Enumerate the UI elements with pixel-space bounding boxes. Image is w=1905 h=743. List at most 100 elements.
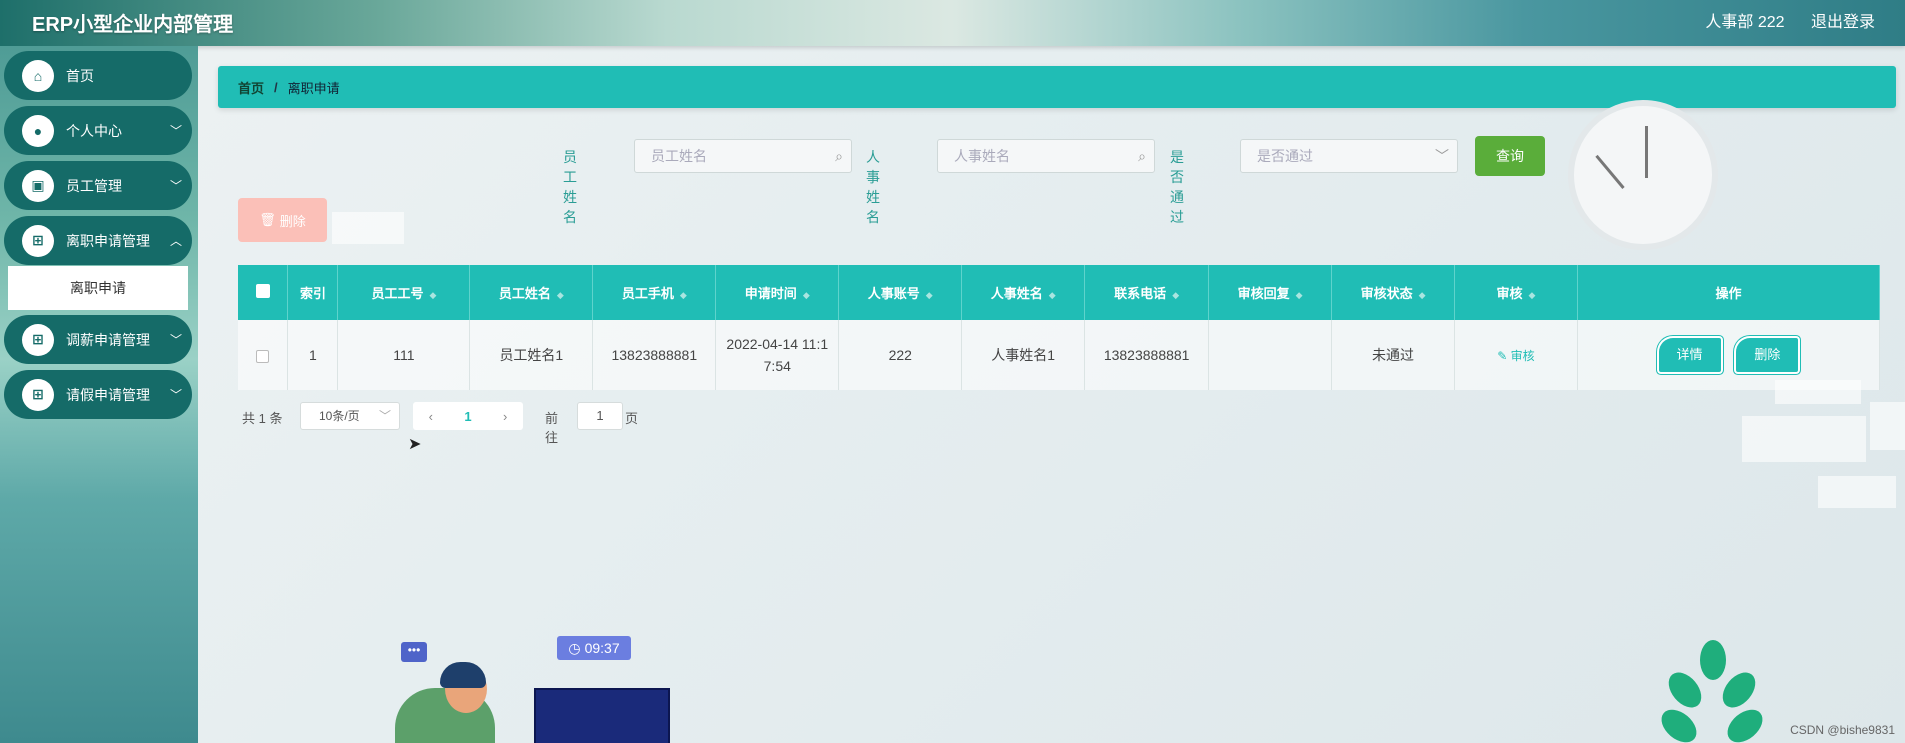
clock-icon: ◷ bbox=[568, 639, 581, 656]
top-header: ERP小型企业内部管理 人事部 222 退出登录 bbox=[0, 0, 1905, 46]
col-header[interactable]: 员工姓名 ◆ bbox=[469, 265, 594, 320]
batch-delete-button[interactable]: 🗑 删除 bbox=[238, 198, 327, 242]
sort-icon: ◆ bbox=[1528, 290, 1536, 300]
cell-employee-no: 111 bbox=[337, 320, 471, 390]
row-delete-button[interactable]: 删除 bbox=[1736, 338, 1799, 372]
sort-icon: ◆ bbox=[802, 290, 810, 300]
sidebar-item-employees[interactable]: ▣ 员工管理 ﹀ bbox=[4, 161, 192, 210]
sidebar-item-resignation[interactable]: ⊞ 离职申请管理 ︿ bbox=[4, 216, 192, 265]
page-size-value: 10条/页 bbox=[319, 409, 360, 423]
chevron-down-icon: ﹀ bbox=[378, 409, 391, 423]
col-header[interactable]: 人事账号 ◆ bbox=[838, 265, 963, 320]
select-all-checkbox[interactable] bbox=[238, 265, 289, 320]
grid-icon: ⊞ bbox=[22, 378, 54, 411]
home-icon: ⌂ bbox=[22, 59, 54, 92]
time-badge: ◷ 09:37 bbox=[557, 636, 631, 660]
sidebar-item-label: 调薪申请管理 bbox=[66, 331, 150, 348]
page-size-select[interactable]: 10条/页 ﹀ bbox=[300, 402, 400, 430]
passed-label: 是否通过 bbox=[1170, 149, 1184, 225]
hr-name-label: 人事姓名 bbox=[866, 149, 880, 225]
hr-name-input[interactable]: 人事姓名 ⌕ bbox=[937, 139, 1155, 173]
page-nav: ‹ 1 › bbox=[413, 402, 523, 430]
page-suffix: 页 bbox=[625, 411, 639, 426]
sidebar-item-salary[interactable]: ⊞ 调薪申请管理 ﹀ bbox=[4, 315, 192, 364]
row-checkbox[interactable] bbox=[238, 320, 289, 390]
briefcase-icon: ▣ bbox=[22, 169, 54, 202]
sort-icon: ◆ bbox=[1048, 290, 1056, 300]
clock-hand bbox=[1645, 126, 1648, 178]
sidebar-item-label: 员工管理 bbox=[66, 177, 122, 194]
sidebar: ⌂ 首页 ● 个人中心 ﹀ ▣ 员工管理 ﹀ ⊞ 离职申请管理 ︿ 离职申请 ⊞… bbox=[0, 46, 198, 743]
page-number[interactable]: 1 bbox=[464, 409, 471, 424]
col-header[interactable]: 员工工号 ◆ bbox=[337, 265, 471, 320]
trash-icon: 🗑 bbox=[259, 212, 276, 227]
sort-icon: ◆ bbox=[1172, 290, 1180, 300]
table-row: 1 111 员工姓名1 13823888881 2022-04-14 11:17… bbox=[238, 320, 1881, 390]
app-title: ERP小型企业内部管理 bbox=[32, 14, 234, 36]
col-header[interactable]: 审核 ◆ bbox=[1454, 265, 1578, 320]
cell-audit-status: 未通过 bbox=[1331, 320, 1455, 390]
decor-block bbox=[1870, 402, 1905, 450]
cell-audit-reply bbox=[1208, 320, 1333, 390]
col-header[interactable]: 审核回复 ◆ bbox=[1208, 265, 1333, 320]
leaf bbox=[1716, 666, 1762, 714]
grid-icon: ⊞ bbox=[22, 224, 54, 257]
employee-name-placeholder: 员工姓名 bbox=[651, 148, 707, 164]
delete-label: 删除 bbox=[279, 213, 306, 229]
logout-link[interactable]: 退出登录 bbox=[1811, 14, 1875, 31]
grid-icon: ⊞ bbox=[22, 323, 54, 356]
audit-link[interactable]: ✎ 审核 bbox=[1497, 349, 1534, 363]
person-hair bbox=[440, 662, 486, 688]
passed-placeholder: 是否通过 bbox=[1257, 148, 1313, 164]
cell-index: 1 bbox=[287, 320, 339, 390]
sidebar-item-leave[interactable]: ⊞ 请假申请管理 ﹀ bbox=[4, 370, 192, 419]
cell-hr-name: 人事姓名1 bbox=[961, 320, 1086, 390]
cell-hr-account: 222 bbox=[838, 320, 963, 390]
detail-button[interactable]: 详情 bbox=[1658, 338, 1721, 372]
col-header[interactable]: 人事姓名 ◆ bbox=[961, 265, 1086, 320]
search-icon: ⌕ bbox=[1138, 148, 1146, 164]
cell-employee-name: 员工姓名1 bbox=[469, 320, 594, 390]
sidebar-item-label: 首页 bbox=[66, 67, 94, 84]
breadcrumb-home[interactable]: 首页 bbox=[238, 78, 264, 97]
leaf bbox=[1700, 640, 1726, 680]
search-icon: ⌕ bbox=[835, 148, 843, 164]
sort-icon: ◆ bbox=[556, 290, 564, 300]
col-header[interactable]: 申请时间 ◆ bbox=[715, 265, 840, 320]
cell-apply-time: 2022-04-14 11:17:54 bbox=[715, 320, 840, 390]
sort-icon: ◆ bbox=[679, 290, 687, 300]
header-right: 人事部 222 退出登录 bbox=[1683, 8, 1875, 32]
submenu-item-resignation-apply[interactable]: 离职申请 bbox=[8, 266, 188, 310]
chat-bubble-icon: ••• bbox=[401, 642, 427, 662]
pagination-total: 共 1 条 bbox=[242, 411, 283, 426]
next-page-icon[interactable]: › bbox=[503, 409, 507, 424]
chevron-down-icon: ﹀ bbox=[169, 124, 182, 138]
col-header[interactable]: 员工手机 ◆ bbox=[592, 265, 717, 320]
user-icon: ● bbox=[22, 114, 54, 147]
sidebar-item-home[interactable]: ⌂ 首页 bbox=[4, 51, 192, 100]
col-header: 操作 bbox=[1577, 265, 1881, 320]
decor-block bbox=[1742, 416, 1866, 462]
breadcrumb-separator: / bbox=[274, 79, 278, 95]
sidebar-item-label: 请假申请管理 bbox=[66, 386, 150, 403]
sort-icon: ◆ bbox=[925, 290, 933, 300]
prev-page-icon[interactable]: ‹ bbox=[429, 409, 433, 424]
employee-name-input[interactable]: 员工姓名 ⌕ bbox=[634, 139, 852, 173]
col-header[interactable]: 联系电话 ◆ bbox=[1084, 265, 1210, 320]
leaf bbox=[1662, 666, 1708, 714]
edit-icon: ✎ bbox=[1497, 348, 1508, 363]
clock-hand bbox=[1595, 154, 1625, 189]
cell-audit: ✎ 审核 bbox=[1454, 320, 1578, 390]
chevron-down-icon: ﹀ bbox=[169, 333, 182, 347]
goto-label: 前往 bbox=[545, 411, 559, 445]
passed-select[interactable]: 是否通过 ﹀ bbox=[1240, 139, 1458, 173]
laptop-illustration bbox=[534, 688, 670, 743]
query-button[interactable]: 查询 bbox=[1475, 136, 1545, 176]
col-header[interactable]: 审核状态 ◆ bbox=[1331, 265, 1455, 320]
sidebar-item-personal[interactable]: ● 个人中心 ﹀ bbox=[4, 106, 192, 155]
cell-contact-phone: 13823888881 bbox=[1084, 320, 1210, 390]
chevron-up-icon: ︿ bbox=[169, 234, 182, 248]
goto-page-input[interactable]: 1 bbox=[577, 402, 623, 430]
chevron-down-icon: ﹀ bbox=[169, 388, 182, 402]
decor-block bbox=[1818, 476, 1896, 508]
